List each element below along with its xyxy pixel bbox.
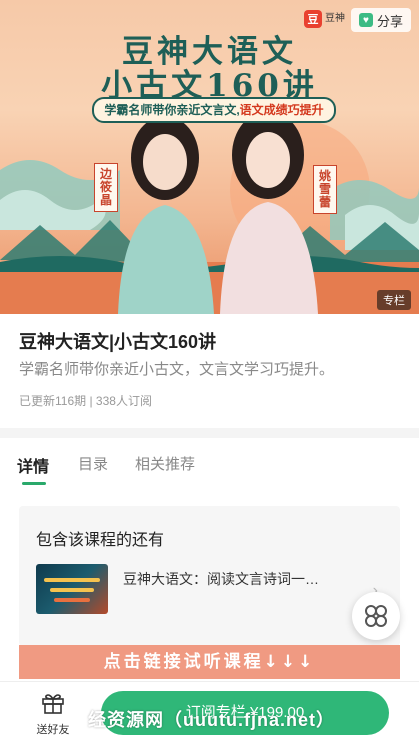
section-divider <box>0 428 419 438</box>
floating-menu-button[interactable] <box>352 592 400 640</box>
course-title: 豆神大语文|小古文160讲 <box>19 332 217 352</box>
brand-name: 豆神 <box>325 13 345 24</box>
banner-tagline-b: 语文成绩巧提升 <box>239 103 324 117</box>
tab-active-indicator <box>22 482 46 485</box>
tab-catalog[interactable]: 目录 <box>78 453 108 474</box>
banner-tagline-a: 学霸名师带你亲近文言文, <box>104 103 240 117</box>
included-heading: 包含该课程的还有 <box>36 532 165 549</box>
tab-bar: 详情 目录 相关推荐 <box>0 438 419 486</box>
clover-icon <box>365 605 387 627</box>
gift-icon <box>42 694 64 714</box>
included-item-title[interactable]: 豆神大语文：阅读文言诗词一… <box>123 569 363 589</box>
banner-tagline: 学霸名师带你亲近文言文,语文成绩巧提升 <box>92 97 336 123</box>
included-courses-card: 包含该课程的还有 豆神大语文：阅读文言诗词一… › <box>19 506 400 646</box>
tab-related[interactable]: 相关推荐 <box>135 453 195 474</box>
course-subtitle: 学霸名师带你亲近小古文，文言文学习巧提升。 <box>19 361 335 378</box>
teacher-name-left: 边筱晶 <box>94 163 118 212</box>
gift-friend-button[interactable]: 送好友 <box>30 692 76 737</box>
course-meta: 已更新116期 | 338人订阅 <box>19 394 152 408</box>
promo-banner[interactable]: 点击链接试听课程↓↓↓ <box>19 645 400 679</box>
course-banner: 豆 豆神 ♥ 分享 豆神大语文 小古文160讲 学霸名师带你亲近文言文,语文成绩… <box>0 0 419 314</box>
watermark: 经资源网（uuutu.fjna.net） <box>88 710 335 730</box>
included-item-thumbnail[interactable] <box>36 564 108 614</box>
teacher-name-right: 姚雪蕾 <box>313 165 337 214</box>
heart-share-icon: ♥ <box>358 13 373 27</box>
gift-label: 送好友 <box>36 724 70 736</box>
column-badge: 专栏 <box>377 290 411 310</box>
tab-details[interactable]: 详情 <box>17 453 49 477</box>
